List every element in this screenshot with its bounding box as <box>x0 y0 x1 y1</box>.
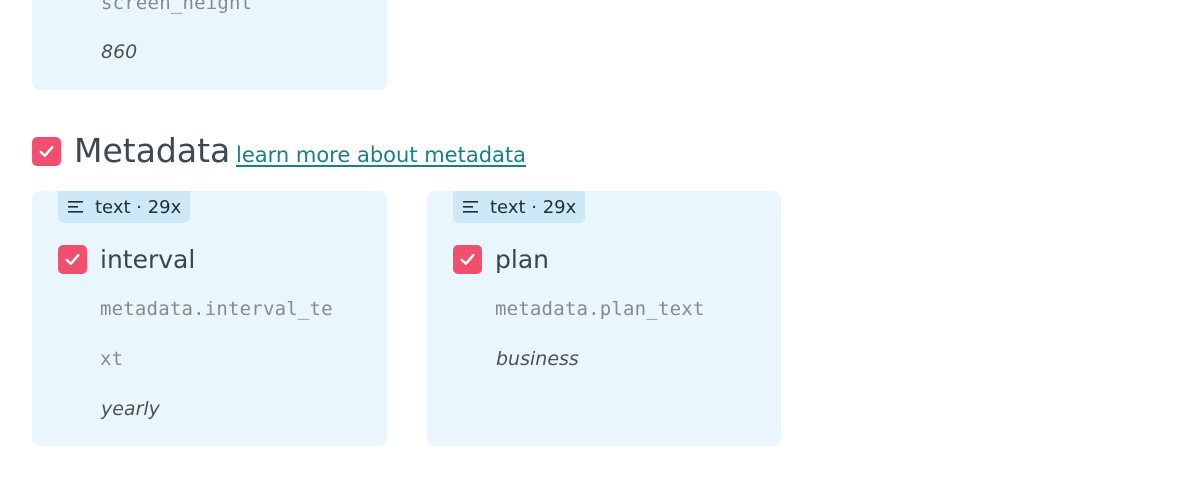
field-path: metadata.interval_te <box>100 298 333 320</box>
field-name: interval <box>100 245 196 274</box>
type-badge: text · 29x <box>58 191 191 223</box>
field-sample-value: 860 <box>101 41 138 63</box>
checkmark-icon <box>39 145 54 158</box>
learn-more-link[interactable]: learn more about metadata <box>236 143 526 167</box>
field-checkbox-plan[interactable] <box>453 245 482 274</box>
metadata-section-checkbox[interactable] <box>32 137 61 166</box>
type-badge: text · 29x <box>453 191 586 223</box>
checkmark-icon <box>65 253 80 266</box>
field-path-continued: xt <box>100 348 124 370</box>
type-badge-label: text · 29x <box>95 196 182 218</box>
field-sample-value: yearly <box>101 398 160 420</box>
field-name: plan <box>495 245 549 274</box>
lines-icon <box>68 201 83 213</box>
section-title: Metadata <box>74 131 231 170</box>
field-path: screen_height <box>101 0 253 14</box>
checkmark-icon <box>460 253 475 266</box>
field-sample-value: business <box>496 348 579 370</box>
field-path: metadata.plan_text <box>495 298 705 320</box>
type-badge-label: text · 29x <box>490 196 577 218</box>
field-checkbox-interval[interactable] <box>58 245 87 274</box>
lines-icon <box>463 201 478 213</box>
